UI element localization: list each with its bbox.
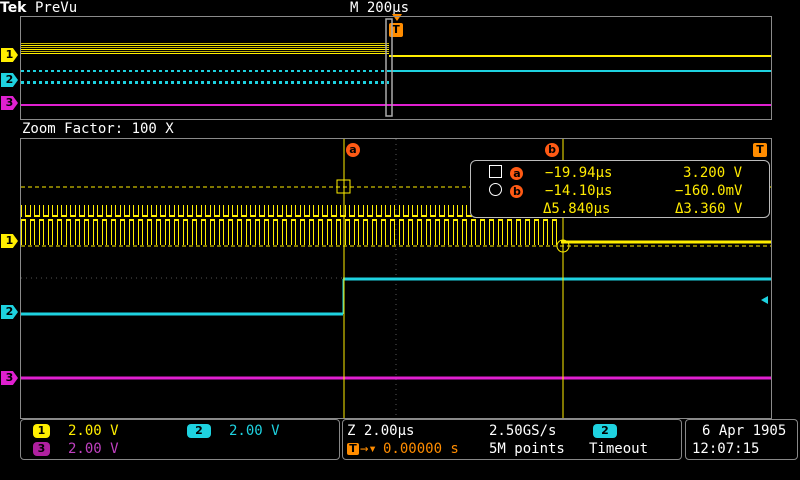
ch1-overview-marker[interactable]: 1 (1, 48, 18, 62)
time-readout: 12:07:15 (692, 441, 760, 457)
ch2-overview-dots-bottom (21, 81, 389, 84)
ch3-scale-value[interactable]: 2.00 V (68, 441, 119, 457)
trigger-arrow-icon: →▾ (360, 441, 377, 457)
cursor-b-row: b (489, 183, 524, 199)
record-length[interactable]: 5M points (489, 441, 565, 457)
channel-scale-panel[interactable]: 1 2.00 V 2 2.00 V 3 2.00 V (20, 419, 340, 460)
trigger-level-arrow-icon[interactable] (761, 296, 768, 304)
ch2-overview-dots-top (21, 70, 389, 73)
datetime-panel: 6 Apr 1905 12:07:15 (685, 419, 798, 460)
trigger-marker-zoom-icon: T (753, 143, 767, 157)
cursor-b-time: −14.10µs (545, 183, 613, 199)
ch1-scale-value[interactable]: 2.00 V (68, 423, 119, 439)
cursor-readout-panel: a −19.94µs 3.200 V b −14.10µs −160.0mV Δ… (470, 160, 770, 218)
delta-time: Δ5.840µs (543, 201, 611, 217)
overview-waveforms (21, 18, 771, 117)
ch1-zoom-marker[interactable]: 1 (1, 234, 18, 248)
cursor-a-square-icon-small (489, 165, 502, 178)
ch1-overview-band (21, 43, 389, 55)
zoom-window-box (385, 18, 393, 117)
ch2-zoom-marker[interactable]: 2 (1, 305, 18, 319)
brand-logo: Tek (0, 0, 27, 16)
cursor-a-volt: 3.200 V (683, 165, 743, 181)
cursor-a-row: a (489, 165, 524, 181)
ch3-scale-badge[interactable]: 3 (33, 442, 50, 456)
trigger-source-badge[interactable]: 2 (593, 424, 617, 438)
trigger-position-value[interactable]: 0.00000 s (383, 441, 459, 457)
ch3-zoom-marker[interactable]: 3 (1, 371, 18, 385)
ch2-overview-marker[interactable]: 2 (1, 73, 18, 87)
delta-volt: Δ3.360 V (675, 201, 743, 217)
horizontal-trigger-panel[interactable]: Z 2.00µs 2.50GS/s 2 T →▾ 0.00000 s 5M po… (342, 419, 682, 460)
cursor-a-label-icon[interactable]: a (346, 143, 360, 157)
ch2-scale-value[interactable]: 2.00 V (229, 423, 280, 439)
zoom-timebase[interactable]: Z 2.00µs (347, 423, 414, 439)
ch3-overview-marker[interactable]: 3 (1, 96, 18, 110)
cursor-b-volt: −160.0mV (675, 183, 743, 199)
sample-rate[interactable]: 2.50GS/s (489, 423, 556, 439)
ch2-scale-badge[interactable]: 2 (187, 424, 211, 438)
cursor-b-badge-icon: b (510, 185, 524, 198)
cursor-a-badge-icon: a (510, 167, 524, 180)
cursor-a-time: −19.94µs (545, 165, 613, 181)
cursor-b-label-icon[interactable]: b (545, 143, 559, 157)
trigger-position-icon: T (347, 443, 359, 455)
overview-panel[interactable] (20, 16, 772, 120)
acquisition-mode: PreVu (35, 0, 78, 16)
trigger-mode[interactable]: Timeout (589, 441, 648, 457)
zoom-factor-label: Zoom Factor: 100 X (22, 121, 174, 137)
cursor-b-circle-icon-small (489, 183, 502, 196)
ch1-scale-badge[interactable]: 1 (33, 424, 50, 438)
date-readout: 6 Apr 1905 (702, 423, 787, 439)
